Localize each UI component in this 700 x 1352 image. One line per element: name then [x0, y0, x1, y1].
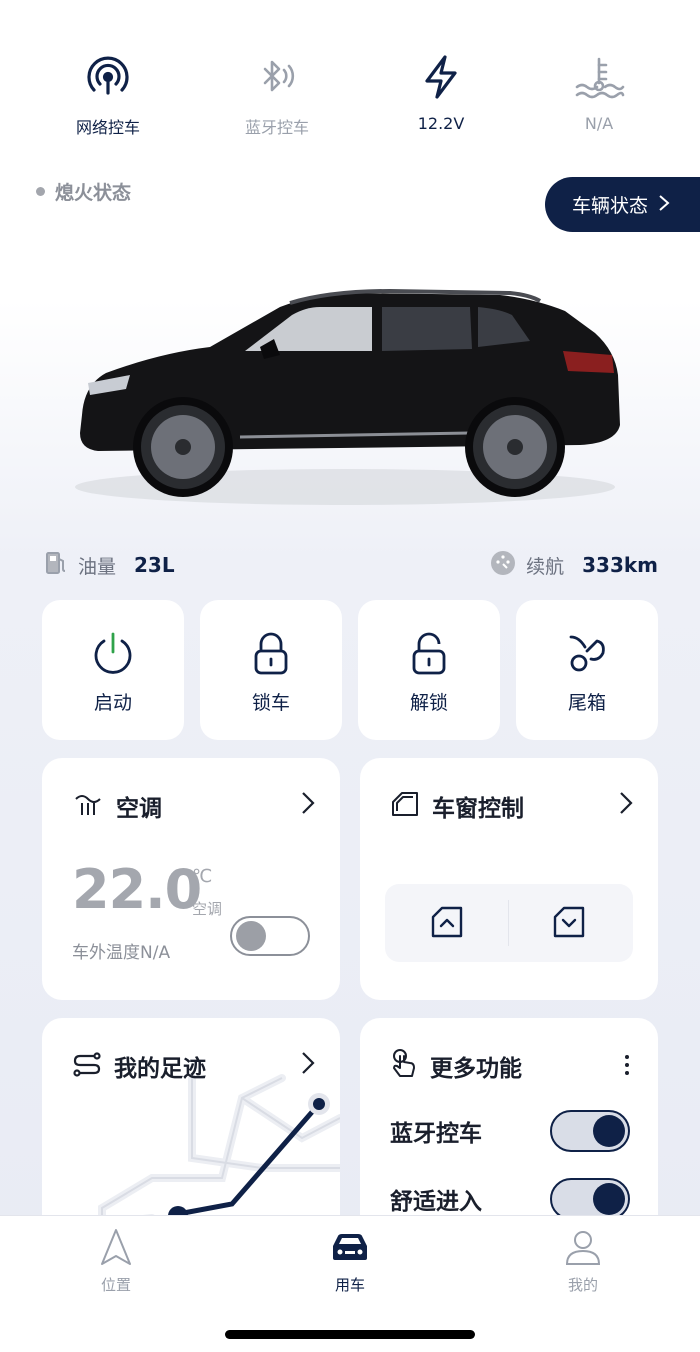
- ac-card-header: 空调: [72, 788, 316, 824]
- tab-location[interactable]: 位置: [56, 1226, 176, 1295]
- ac-title: 空调: [116, 796, 162, 822]
- unlock-icon: [358, 624, 500, 684]
- bluetooth-icon: [207, 50, 347, 104]
- tab-use-car[interactable]: 用车: [290, 1226, 410, 1295]
- window-title: 车窗控制: [432, 796, 524, 822]
- more-card-header: 更多功能: [390, 1048, 634, 1084]
- status-coolant-label: N/A: [584, 114, 614, 133]
- tracks-title: 我的足迹: [114, 1056, 206, 1082]
- ac-toggle-knob: [236, 921, 266, 951]
- vehicle-stats: 油量 23L 续航 333km: [0, 550, 700, 584]
- bluetooth-control-label: 蓝牙控车: [390, 1121, 482, 1147]
- trunk-label: 尾箱: [567, 692, 606, 714]
- comfort-entry-toggle[interactable]: [550, 1178, 630, 1220]
- trunk-icon: [516, 624, 658, 684]
- window-card-header: 车窗控制: [390, 788, 634, 824]
- more-options-icon[interactable]: [624, 1054, 630, 1080]
- status-bluetooth-control[interactable]: 蓝牙控车: [207, 50, 347, 138]
- unlock-car-label: 解锁: [409, 692, 448, 714]
- status-bluetooth-label: 蓝牙控车: [244, 118, 309, 137]
- bluetooth-control-row: 蓝牙控车: [390, 1110, 630, 1152]
- range-label: 续航: [526, 555, 565, 578]
- power-icon: [42, 624, 184, 684]
- window-down-button[interactable]: [547, 902, 591, 946]
- status-battery-voltage: 12.2V: [371, 50, 511, 133]
- lock-car-label: 锁车: [251, 692, 290, 714]
- fuel-value: 23L: [134, 553, 175, 577]
- tab-use-car-label: 用车: [334, 1276, 365, 1294]
- lock-icon: [200, 624, 342, 684]
- start-engine-label: 启动: [93, 692, 132, 714]
- user-icon: [523, 1226, 643, 1268]
- ac-toggle[interactable]: [230, 916, 310, 956]
- range-stat: 续航 333km: [490, 550, 658, 580]
- touch-hand-icon: [390, 1048, 418, 1084]
- window-divider: [508, 900, 509, 946]
- start-engine-button[interactable]: 启动: [42, 600, 184, 740]
- bluetooth-control-toggle[interactable]: [550, 1110, 630, 1152]
- tab-profile[interactable]: 我的: [523, 1226, 643, 1295]
- car-image: [60, 255, 640, 515]
- chevron-right-icon[interactable]: [300, 790, 316, 820]
- chevron-right-icon[interactable]: [300, 1050, 316, 1080]
- window-control-card[interactable]: 车窗控制: [360, 758, 658, 1000]
- engine-status-dot: [36, 187, 45, 196]
- fuel-pump-icon: [44, 550, 68, 580]
- fuel-stat: 油量 23L: [44, 550, 175, 580]
- fuel-label: 油量: [78, 555, 117, 578]
- window-controls: [385, 884, 633, 962]
- network-signal-icon: [38, 50, 178, 104]
- window-down-icon: [552, 905, 586, 943]
- home-indicator: [225, 1330, 475, 1339]
- ac-temperature-unit: ℃: [192, 866, 213, 887]
- engine-status: 熄火状态: [36, 178, 131, 205]
- comfort-entry-row: 舒适进入: [390, 1178, 630, 1220]
- comfort-entry-label: 舒适进入: [390, 1189, 482, 1215]
- tab-profile-label: 我的: [567, 1276, 598, 1294]
- toggle-knob: [593, 1183, 625, 1215]
- lightning-icon: [371, 50, 511, 104]
- range-value: 333km: [582, 553, 658, 577]
- tracks-card-header: 我的足迹: [72, 1048, 316, 1084]
- toggle-knob: [593, 1115, 625, 1147]
- tab-location-label: 位置: [100, 1276, 131, 1294]
- chevron-right-icon[interactable]: [618, 790, 634, 820]
- status-row: 网络控车 蓝牙控车 12.2V N/A: [0, 50, 700, 140]
- air-conditioner-icon: [72, 789, 104, 823]
- ac-temperature-sub: 空调: [192, 900, 223, 918]
- window-up-icon: [430, 905, 464, 943]
- vehicle-status-button[interactable]: 车辆状态: [545, 177, 700, 232]
- ac-card[interactable]: 空调 22.0 ℃ 空调 车外温度N/A: [42, 758, 340, 1000]
- status-voltage-value: 12.2V: [417, 114, 465, 133]
- window-up-button[interactable]: [425, 902, 469, 946]
- car-icon: [290, 1226, 410, 1268]
- route-icon: [72, 1050, 102, 1082]
- ac-temperature: 22.0: [72, 858, 202, 921]
- status-coolant-temp: N/A: [529, 50, 669, 133]
- speedometer-icon: [490, 550, 516, 580]
- engine-status-label: 熄火状态: [55, 182, 132, 204]
- vehicle-status-label: 车辆状态: [572, 195, 649, 217]
- unlock-car-button[interactable]: 解锁: [358, 600, 500, 740]
- trunk-button[interactable]: 尾箱: [516, 600, 658, 740]
- outside-temperature: 车外温度N/A: [72, 943, 171, 963]
- status-network-control[interactable]: 网络控车: [38, 50, 178, 138]
- car-window-icon: [390, 790, 420, 822]
- more-title: 更多功能: [430, 1056, 522, 1082]
- lock-car-button[interactable]: 锁车: [200, 600, 342, 740]
- navigation-arrow-icon: [56, 1226, 176, 1268]
- status-network-control-label: 网络控车: [75, 118, 140, 137]
- chevron-right-icon: [658, 193, 670, 217]
- coolant-temperature-icon: [529, 50, 669, 104]
